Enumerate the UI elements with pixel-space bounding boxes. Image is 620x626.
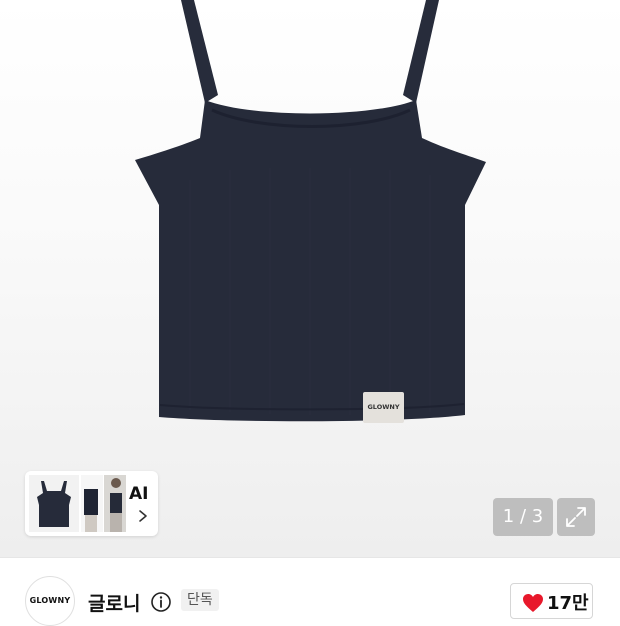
- brand-logo[interactable]: GLOWNY: [25, 576, 75, 626]
- thumbnail-model-front: [81, 475, 103, 532]
- image-counter: 1 / 3: [493, 498, 553, 536]
- brand-name[interactable]: 글로니: [88, 589, 140, 616]
- chevron-right-icon: [139, 510, 147, 522]
- product-gallery[interactable]: GLOWNY AI 1 / 3: [0, 0, 620, 557]
- info-icon[interactable]: [150, 591, 172, 613]
- expand-button[interactable]: [557, 498, 595, 536]
- brand-logo-text: GLOWNY: [29, 596, 71, 605]
- thumbnail-product: [29, 475, 79, 532]
- exclusive-badge: 단독: [181, 589, 219, 611]
- brand-row: GLOWNY 글로니 단독 17만: [0, 558, 620, 626]
- like-count: 17만: [547, 593, 589, 614]
- ai-label: AI: [129, 484, 149, 504]
- heart-icon: [523, 594, 543, 612]
- like-button[interactable]: 17만: [510, 583, 593, 619]
- expand-icon: [566, 507, 586, 527]
- thumbnail-model-side: [104, 475, 126, 532]
- product-label-text: GLOWNY: [367, 403, 399, 411]
- ai-thumbnail-card[interactable]: AI: [25, 471, 158, 536]
